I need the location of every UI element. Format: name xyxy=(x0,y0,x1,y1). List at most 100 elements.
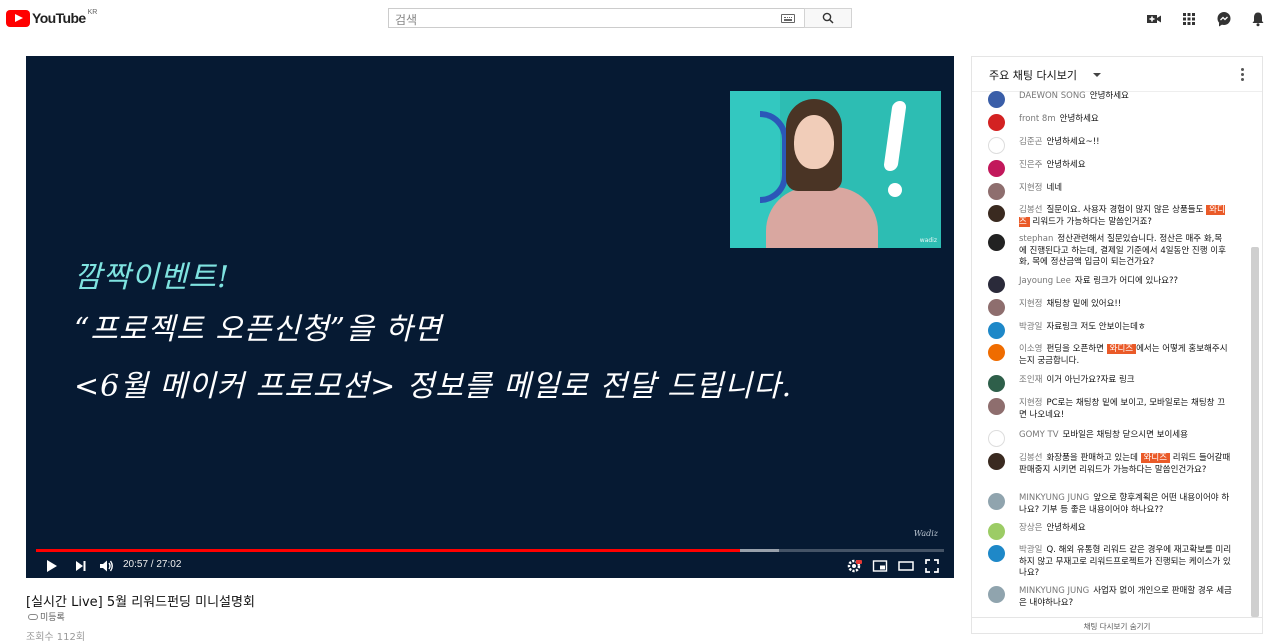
logo-text: YouTube xyxy=(32,10,86,26)
chat-text: 리워드가 가능하다는 말씀인거죠? xyxy=(1029,216,1152,227)
unlisted-label: 미등록 xyxy=(40,613,65,623)
avatar[interactable] xyxy=(988,375,1005,392)
search-input[interactable] xyxy=(389,11,781,29)
logo-country: KR xyxy=(87,9,98,16)
chat-message: front 8m 안녕하세요 xyxy=(988,114,1232,131)
search-box xyxy=(388,8,804,29)
chat-author[interactable]: 박광일 xyxy=(1019,545,1042,555)
chat-message: GOMY TV 모바일은 채팅창 닫으시면 보이세용 xyxy=(988,430,1232,447)
avatar[interactable] xyxy=(988,493,1005,510)
avatar[interactable] xyxy=(988,398,1005,415)
avatar[interactable] xyxy=(988,114,1005,131)
settings-gear-icon[interactable] xyxy=(846,558,862,574)
avatar[interactable] xyxy=(988,523,1005,540)
volume-icon[interactable] xyxy=(99,558,115,574)
link-icon xyxy=(28,613,38,620)
chat-replay-panel: 주요 채팅 다시보기 DAEWON SONG 안녕하세요 front 8m 안녕하세요… xyxy=(971,56,1263,634)
avatar[interactable] xyxy=(988,545,1005,562)
chat-text: 안녕하세요 xyxy=(1059,114,1099,124)
avatar[interactable] xyxy=(988,137,1005,154)
play-icon[interactable] xyxy=(43,558,59,574)
chat-message: 김봉선 질문이요. 사용자 경험이 많지 않은 상품들도 와디즈 리워드가 가능하… xyxy=(988,205,1232,228)
chat-text: 펀딩을 오픈하면 xyxy=(1046,344,1107,354)
avatar[interactable] xyxy=(988,586,1005,603)
overlay-line-1: 깜짝이벤트! xyxy=(74,260,231,295)
masthead: YouTube KR xyxy=(0,0,1280,38)
progress-bar[interactable] xyxy=(36,549,944,552)
avatar[interactable] xyxy=(988,205,1005,222)
chat-author[interactable]: DAEWON SONG xyxy=(1019,91,1086,101)
miniplayer-icon[interactable] xyxy=(872,558,888,574)
chevron-down-icon[interactable] xyxy=(1093,73,1101,77)
chat-author[interactable]: 이소영 xyxy=(1019,344,1042,354)
chat-message: MINKYUNG JUNG 사업자 없이 개인으로 판매할 경우 세금은 내야하나… xyxy=(988,586,1232,609)
chat-message: stephan 정산관련해서 질문있습니다. 정산은 매주 화,목 에 진행된다고… xyxy=(988,234,1232,269)
avatar[interactable] xyxy=(988,430,1005,447)
fullscreen-icon[interactable] xyxy=(924,558,940,574)
chat-text: 채팅창 밑에 있어요!! xyxy=(1046,299,1122,309)
apps-grid-icon[interactable] xyxy=(1181,11,1197,27)
video-player[interactable]: wadiz 깜짝이벤트! “프로젝트 오픈신청”을 하면 <6월 메이커 프로모… xyxy=(26,56,954,578)
avatar[interactable] xyxy=(988,344,1005,361)
keyboard-icon[interactable] xyxy=(781,14,795,23)
view-count: 조회수 112회 xyxy=(26,632,86,643)
create-video-icon[interactable] xyxy=(1146,11,1162,27)
chat-author[interactable]: 지현정 xyxy=(1019,183,1042,193)
time-display: 20:57 / 27:02 xyxy=(123,559,182,570)
youtube-logo[interactable]: YouTube KR xyxy=(6,9,98,28)
avatar[interactable] xyxy=(988,322,1005,339)
chat-message: 박광일 Q. 해외 유통형 리워드 같은 경우에 재고확보를 미리하지 않고 무재… xyxy=(988,545,1232,580)
chat-header: 주요 채팅 다시보기 xyxy=(972,57,1262,92)
chat-text: 자료 링크가 어디에 있나요?? xyxy=(1074,276,1179,286)
chat-author[interactable]: 김봉선 xyxy=(1019,453,1042,463)
chat-message: 지현정 채팅창 밑에 있어요!! xyxy=(988,299,1232,316)
chat-author[interactable]: 지현정 xyxy=(1019,398,1042,408)
avatar[interactable] xyxy=(988,234,1005,251)
chat-author[interactable]: GOMY TV xyxy=(1019,430,1059,440)
avatar[interactable] xyxy=(988,299,1005,316)
unlisted-badge: 미등록 xyxy=(28,610,65,623)
chat-author[interactable]: Jayoung Lee xyxy=(1019,276,1071,286)
chat-message: 박광일 자료링크 저도 안보이는데ㅎ xyxy=(988,322,1232,339)
chat-author[interactable]: 진은주 xyxy=(1019,160,1042,170)
theater-mode-icon[interactable] xyxy=(898,558,914,574)
avatar[interactable] xyxy=(988,183,1005,200)
messages-icon[interactable] xyxy=(1216,11,1232,27)
chat-author[interactable]: 조인재 xyxy=(1019,375,1042,385)
chat-message: 김준곤 안녕하세요~!! xyxy=(988,137,1232,154)
chat-text: 안녕하세요 xyxy=(1046,523,1086,533)
next-icon[interactable] xyxy=(73,558,89,574)
chat-message: 지현정 PC로는 채팅창 밑에 보이고, 모바일로는 채팅창 끄면 나오네요! xyxy=(988,398,1232,421)
overlay-line-2: “프로젝트 오픈신청”을 하면 xyxy=(74,312,443,347)
avatar[interactable] xyxy=(988,453,1005,470)
search-button[interactable] xyxy=(804,8,852,28)
avatar[interactable] xyxy=(988,160,1005,177)
notifications-bell-icon[interactable] xyxy=(1250,11,1266,27)
chat-author[interactable]: 김준곤 xyxy=(1019,137,1042,147)
video-watermark: Wadiz xyxy=(913,529,938,538)
chat-message: 지현정 네네 xyxy=(988,183,1232,200)
chat-message: DAEWON SONG 안녕하세요 xyxy=(988,91,1232,108)
chat-author[interactable]: 지현정 xyxy=(1019,299,1042,309)
chat-text: 질문이요. 사용자 경험이 많지 않은 상품들도 xyxy=(1046,205,1207,215)
chat-author[interactable]: MINKYUNG JUNG xyxy=(1019,493,1089,503)
chat-author[interactable]: 박광일 xyxy=(1019,322,1042,332)
avatar[interactable] xyxy=(988,276,1005,293)
hide-chat-replay-button[interactable]: 채팅 다시보기 숨기기 xyxy=(972,617,1262,635)
chat-scrollbar[interactable] xyxy=(1251,247,1259,617)
chat-author[interactable]: front 8m xyxy=(1019,114,1056,124)
avatar[interactable] xyxy=(988,91,1005,108)
chat-author[interactable]: 장상은 xyxy=(1019,523,1042,533)
video-title: [실시간 Live] 5월 리워드펀딩 미니설명회 xyxy=(26,595,255,610)
player-controls: 20:57 / 27:02 xyxy=(26,556,954,578)
chat-title[interactable]: 주요 채팅 다시보기 xyxy=(989,67,1077,83)
chat-author[interactable]: MINKYUNG JUNG xyxy=(1019,586,1089,596)
chat-message: 진은주 안녕하세요 xyxy=(988,160,1232,177)
camera-watermark: wadiz xyxy=(919,237,937,244)
chat-message: 김봉선 화장품을 판매하고 있는데 와디즈 리워드 들어갈때 판매중지 시키면 리… xyxy=(988,453,1232,476)
mention-tag: 와디즈 xyxy=(1106,344,1137,354)
chat-author[interactable]: 김봉선 xyxy=(1019,205,1042,215)
chat-author[interactable]: stephan xyxy=(1019,234,1053,244)
more-options-icon[interactable] xyxy=(1241,68,1244,83)
chat-text: 화장품을 판매하고 있는데 xyxy=(1046,453,1141,463)
